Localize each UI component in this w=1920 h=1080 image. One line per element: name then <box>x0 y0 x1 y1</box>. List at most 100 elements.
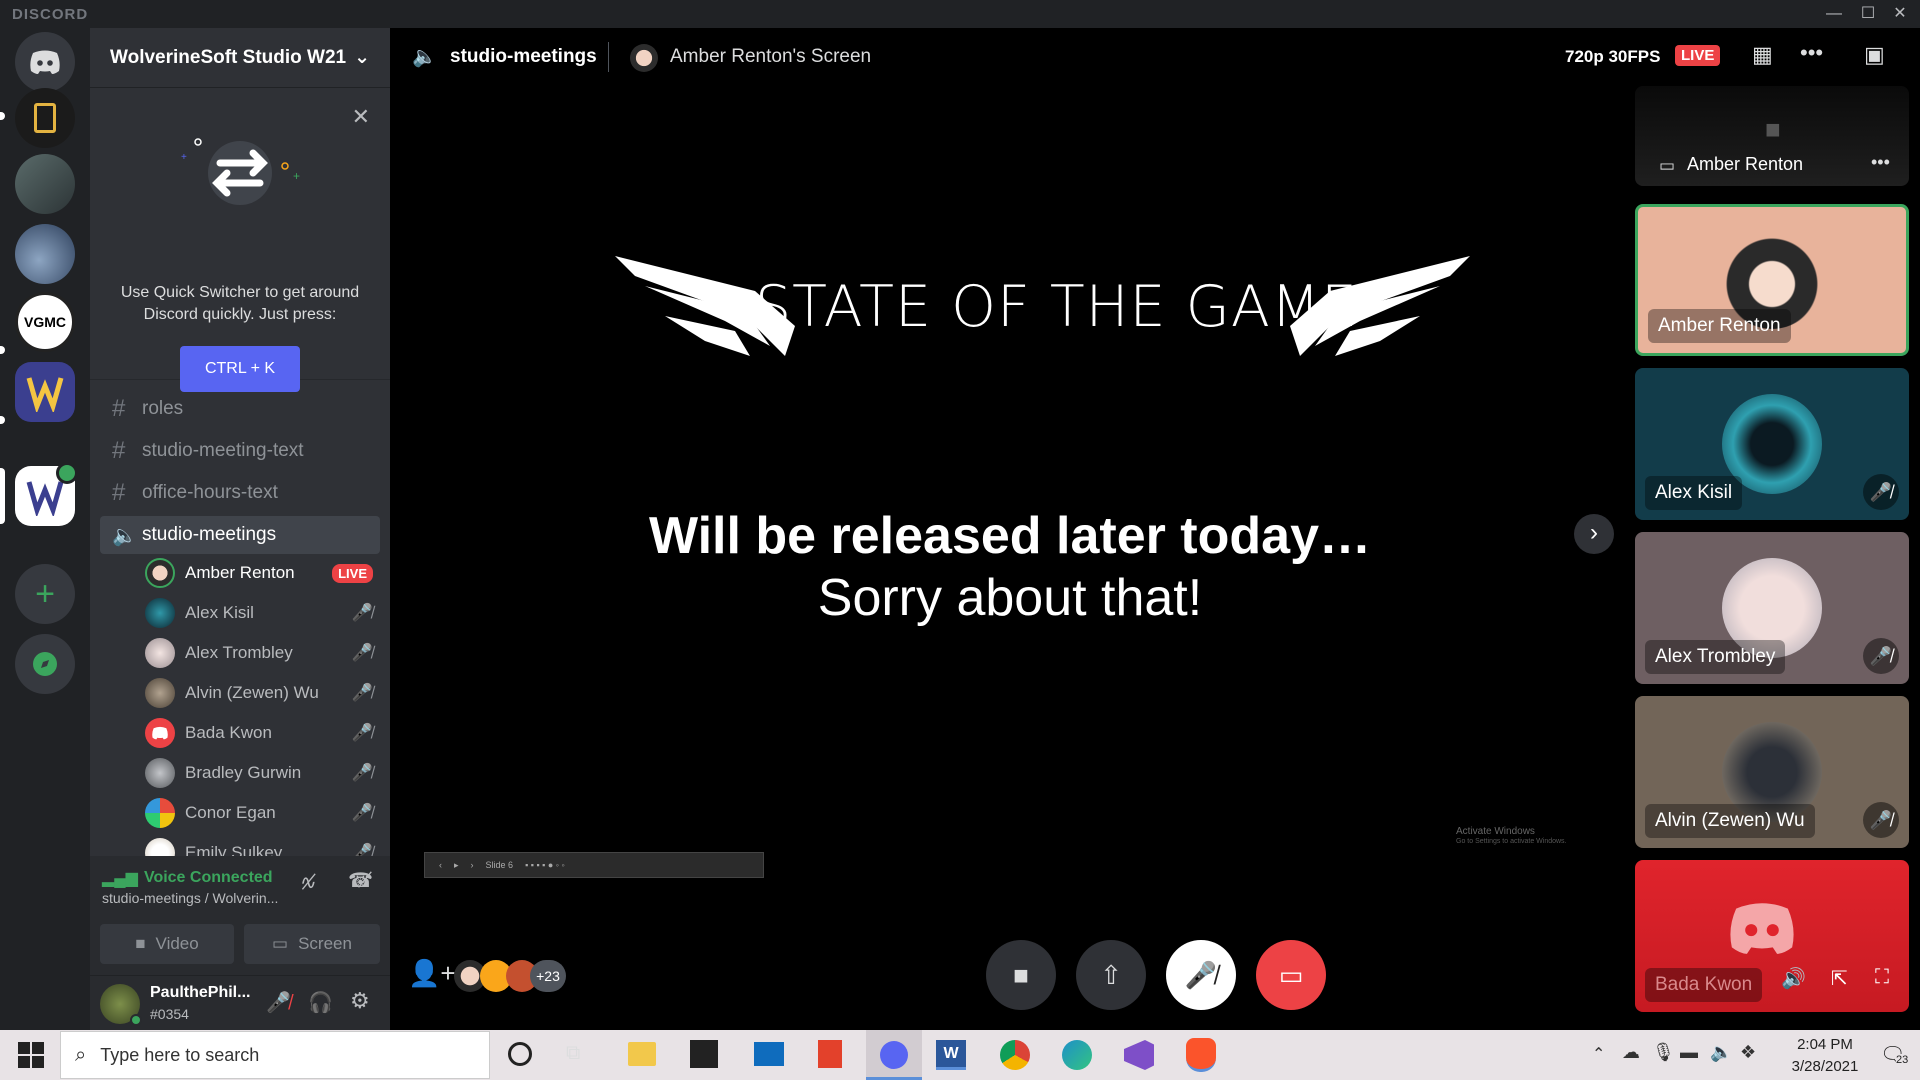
voice-member[interactable]: Bada Kwon 🎤̸ <box>145 716 385 750</box>
live-badge: LIVE <box>332 563 373 583</box>
muted-icon: 🎤̸ <box>1863 638 1899 674</box>
participant-tile[interactable]: Amber Renton <box>1635 204 1909 356</box>
deafen-icon: 🎤̸ <box>351 763 373 782</box>
channel-office-hours-text[interactable]: # office-hours-text <box>100 474 380 512</box>
quick-switcher-shortcut[interactable]: CTRL + K <box>180 346 300 392</box>
channel-studio-meeting-text[interactable]: # studio-meeting-text <box>100 432 380 470</box>
participant-name: Alex Kisil <box>1645 476 1743 510</box>
grid-layout-icon[interactable]: ▦ <box>1752 42 1773 68</box>
server-icon-3[interactable] <box>15 224 75 284</box>
mail-icon[interactable] <box>754 1042 784 1066</box>
compass-icon <box>33 652 57 676</box>
member-name: Amber Renton <box>185 563 295 582</box>
screen-share-toggle-button[interactable]: ⇧ <box>1076 940 1146 1010</box>
deafen-icon: 🎤̸ <box>351 723 373 742</box>
video-button[interactable]: ■ Video <box>100 924 234 964</box>
participant-tile[interactable]: Alvin (Zewen) Wu 🎤̸ <box>1635 696 1909 848</box>
server-icon-1[interactable] <box>15 88 75 148</box>
windows-start-icon[interactable] <box>18 1042 44 1068</box>
voice-member[interactable]: Bradley Gurwin 🎤̸ <box>145 756 385 790</box>
channel-label: roles <box>142 398 184 419</box>
dropbox-icon[interactable]: ❖ <box>1740 1042 1756 1063</box>
voice-connected-status[interactable]: ▂▄▆ Voice Connected <box>102 868 273 888</box>
title-bar: DISCORD — ☐ ✕ <box>0 0 1920 28</box>
file-explorer-icon[interactable] <box>628 1042 656 1066</box>
close-icon[interactable]: ✕ <box>352 104 370 130</box>
chevron-up-icon[interactable]: ⌃ <box>1592 1044 1605 1064</box>
voice-channel-path[interactable]: studio-meetings / Wolverin... <box>102 890 278 906</box>
mute-toggle-button[interactable]: 🎤̸ <box>1166 940 1236 1010</box>
search-icon: ⌕ <box>75 1043 87 1066</box>
edge-icon[interactable] <box>1062 1040 1092 1070</box>
task-view-icon[interactable]: ⧉ <box>566 1042 580 1065</box>
taskbar-search[interactable]: ⌕ Type here to search <box>60 1031 490 1079</box>
brave-icon[interactable] <box>1186 1038 1216 1072</box>
headphones-icon[interactable]: 🎧 <box>308 990 333 1015</box>
discord-logo-icon <box>880 1041 908 1069</box>
office-icon[interactable] <box>818 1040 842 1068</box>
onedrive-icon[interactable]: ☁ <box>1622 1042 1640 1063</box>
participant-overflow-count[interactable]: +23 <box>530 960 566 992</box>
participant-name: Alvin (Zewen) Wu <box>1645 804 1815 838</box>
volume-icon[interactable]: 🔊 <box>1781 966 1806 991</box>
next-arrow-button[interactable]: › <box>1574 514 1614 554</box>
participant-tile[interactable]: Alex Kisil 🎤̸ <box>1635 368 1909 520</box>
voice-member[interactable]: Alex Trombley 🎤̸ <box>145 636 385 670</box>
taskbar-date[interactable]: 3/28/2021 <box>1770 1058 1880 1075</box>
chrome-icon[interactable] <box>1000 1040 1030 1070</box>
microphone-icon[interactable]: 🎙 <box>1652 1042 1675 1063</box>
wing-right-icon <box>1290 256 1470 356</box>
participant-tile[interactable]: Bada Kwon 🔊 ⇱ ⛶ <box>1635 860 1909 1012</box>
server-icon-wolverinesoft[interactable] <box>15 362 75 422</box>
more-options-icon[interactable]: ••• <box>1871 152 1890 173</box>
stream-video[interactable]: STATE OF THE GAME Will be released later… <box>390 86 1630 878</box>
fullscreen-icon[interactable]: ⛶ <box>1875 966 1889 989</box>
taskbar-time[interactable]: 2:04 PM <box>1770 1036 1880 1053</box>
server-icon-vgmc[interactable]: VGMC <box>15 292 75 352</box>
voice-member[interactable]: Amber Renton LIVE <box>145 556 385 590</box>
invite-user-icon[interactable]: 👤+ <box>408 958 456 989</box>
voice-member[interactable]: Alex Kisil 🎤̸ <box>145 596 385 630</box>
stream-preview-tile[interactable]: ■ ▭ Amber Renton ••• <box>1635 86 1909 186</box>
visual-studio-icon[interactable] <box>1124 1040 1154 1070</box>
popout-icon[interactable]: ⇱ <box>1831 966 1848 991</box>
settings-gear-icon[interactable]: ⚙ <box>350 988 370 1014</box>
word-icon[interactable]: W <box>936 1040 966 1070</box>
explore-servers-button[interactable] <box>15 634 75 694</box>
cortana-icon[interactable] <box>508 1042 532 1066</box>
member-name: Alex Kisil <box>185 603 254 622</box>
screen-share-button[interactable]: ▭ Screen <box>244 924 380 964</box>
discord-taskbar-icon[interactable] <box>866 1030 922 1080</box>
volume-icon[interactable]: 🔈 <box>1710 1042 1732 1063</box>
avatar <box>145 598 175 628</box>
voice-member[interactable]: Conor Egan 🎤̸ <box>145 796 385 830</box>
disconnect-icon[interactable]: ☎̸ <box>348 868 373 893</box>
server-icon-2[interactable] <box>15 154 75 214</box>
guild-header[interactable]: WolverineSoft Studio W21 ⌄ <box>90 28 390 88</box>
voice-member[interactable]: Alvin (Zewen) Wu 🎤̸ <box>145 676 385 710</box>
home-button[interactable] <box>15 32 75 92</box>
channel-studio-meetings[interactable]: 🔈 studio-meetings <box>100 516 380 554</box>
maximize-button[interactable]: ☐ <box>1854 2 1882 26</box>
add-server-button[interactable]: + <box>15 564 75 624</box>
prev-icon: ‹ <box>439 860 442 870</box>
camera-icon: ■ <box>135 934 146 953</box>
noise-suppression-icon[interactable]: ∿̸ <box>300 870 317 895</box>
discord-logo-icon <box>30 50 60 74</box>
more-options-icon[interactable]: ••• <box>1800 40 1823 66</box>
battery-icon[interactable]: ▬ <box>1680 1042 1698 1063</box>
participant-tile[interactable]: Alex Trombley 🎤̸ <box>1635 532 1909 684</box>
close-window-button[interactable]: ✕ <box>1886 2 1914 26</box>
popout-icon[interactable]: ▣ <box>1864 42 1885 68</box>
channel-roles[interactable]: # roles <box>100 390 380 428</box>
camera-toggle-button[interactable]: ■ <box>986 940 1056 1010</box>
username[interactable]: PaulthePhil... <box>150 984 250 1002</box>
avatar <box>630 44 658 72</box>
mute-mic-icon[interactable]: 🎤̸ <box>266 990 291 1015</box>
voice-status-panel: ▂▄▆ Voice Connected studio-meetings / Wo… <box>90 856 390 976</box>
stream-title: Amber Renton's Screen <box>670 46 872 67</box>
disconnect-button[interactable]: ▭ <box>1256 940 1326 1010</box>
store-icon[interactable] <box>690 1040 718 1068</box>
member-name: Bada Kwon <box>185 723 272 742</box>
minimize-button[interactable]: — <box>1820 2 1848 26</box>
